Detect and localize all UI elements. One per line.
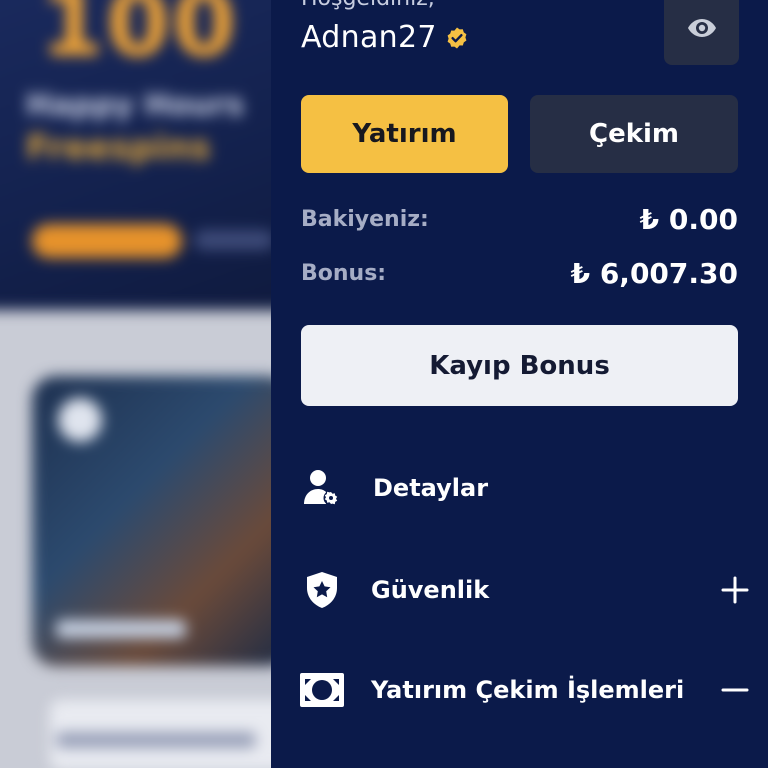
menu-item-security[interactable]: Güvenlik	[299, 567, 749, 613]
user-gear-icon	[299, 465, 345, 511]
background-page: 100 Happy Hours Freespins	[0, 0, 271, 768]
promo-number: 100	[40, 0, 239, 77]
shield-star-icon	[299, 567, 345, 613]
promo-secondary-button	[194, 230, 271, 250]
withdraw-button[interactable]: Çekim	[530, 95, 738, 173]
bonus-value: ₺ 6,007.30	[570, 257, 738, 290]
minus-icon[interactable]	[721, 676, 749, 704]
promo-banner: 100 Happy Hours Freespins	[0, 0, 271, 310]
promo-button	[32, 224, 182, 258]
welcome-text: Hoşgeldiniz,	[301, 0, 435, 11]
menu-item-details[interactable]: Detaylar	[299, 465, 749, 511]
user-row: Adnan27	[301, 20, 469, 55]
game-card-badge	[58, 398, 102, 442]
background-blur-layer: 100 Happy Hours Freespins	[0, 0, 271, 768]
menu-item-security-label: Güvenlik	[371, 576, 490, 604]
money-icon	[299, 667, 345, 713]
background-section-title	[56, 732, 256, 748]
account-panel: Hoşgeldiniz, Adnan27 Yatırım Çekim Bakiy…	[271, 0, 768, 768]
bonus-label: Bonus:	[301, 261, 387, 286]
menu-item-transactions[interactable]: Yatırım Çekim İşlemleri	[299, 667, 749, 713]
deposit-button[interactable]: Yatırım	[301, 95, 508, 173]
loss-bonus-button[interactable]: Kayıp Bonus	[301, 325, 738, 406]
promo-line-1: Happy Hours	[26, 88, 245, 123]
verified-badge-icon	[447, 27, 467, 48]
balance-value: ₺ 0.00	[639, 203, 738, 236]
username: Adnan27	[301, 20, 437, 55]
menu-item-transactions-label: Yatırım Çekim İşlemleri	[371, 676, 685, 704]
plus-icon[interactable]	[721, 576, 749, 604]
eye-icon	[687, 18, 716, 37]
toggle-balance-visibility-button[interactable]	[664, 0, 739, 65]
balance-row: Bakiyeniz: ₺ 0.00	[301, 203, 738, 236]
promo-line-2: Freespins	[26, 128, 211, 168]
game-card-title	[56, 620, 186, 638]
balance-label: Bakiyeniz:	[301, 207, 429, 232]
bonus-row: Bonus: ₺ 6,007.30	[301, 257, 738, 290]
menu-item-details-label: Detaylar	[373, 474, 489, 502]
